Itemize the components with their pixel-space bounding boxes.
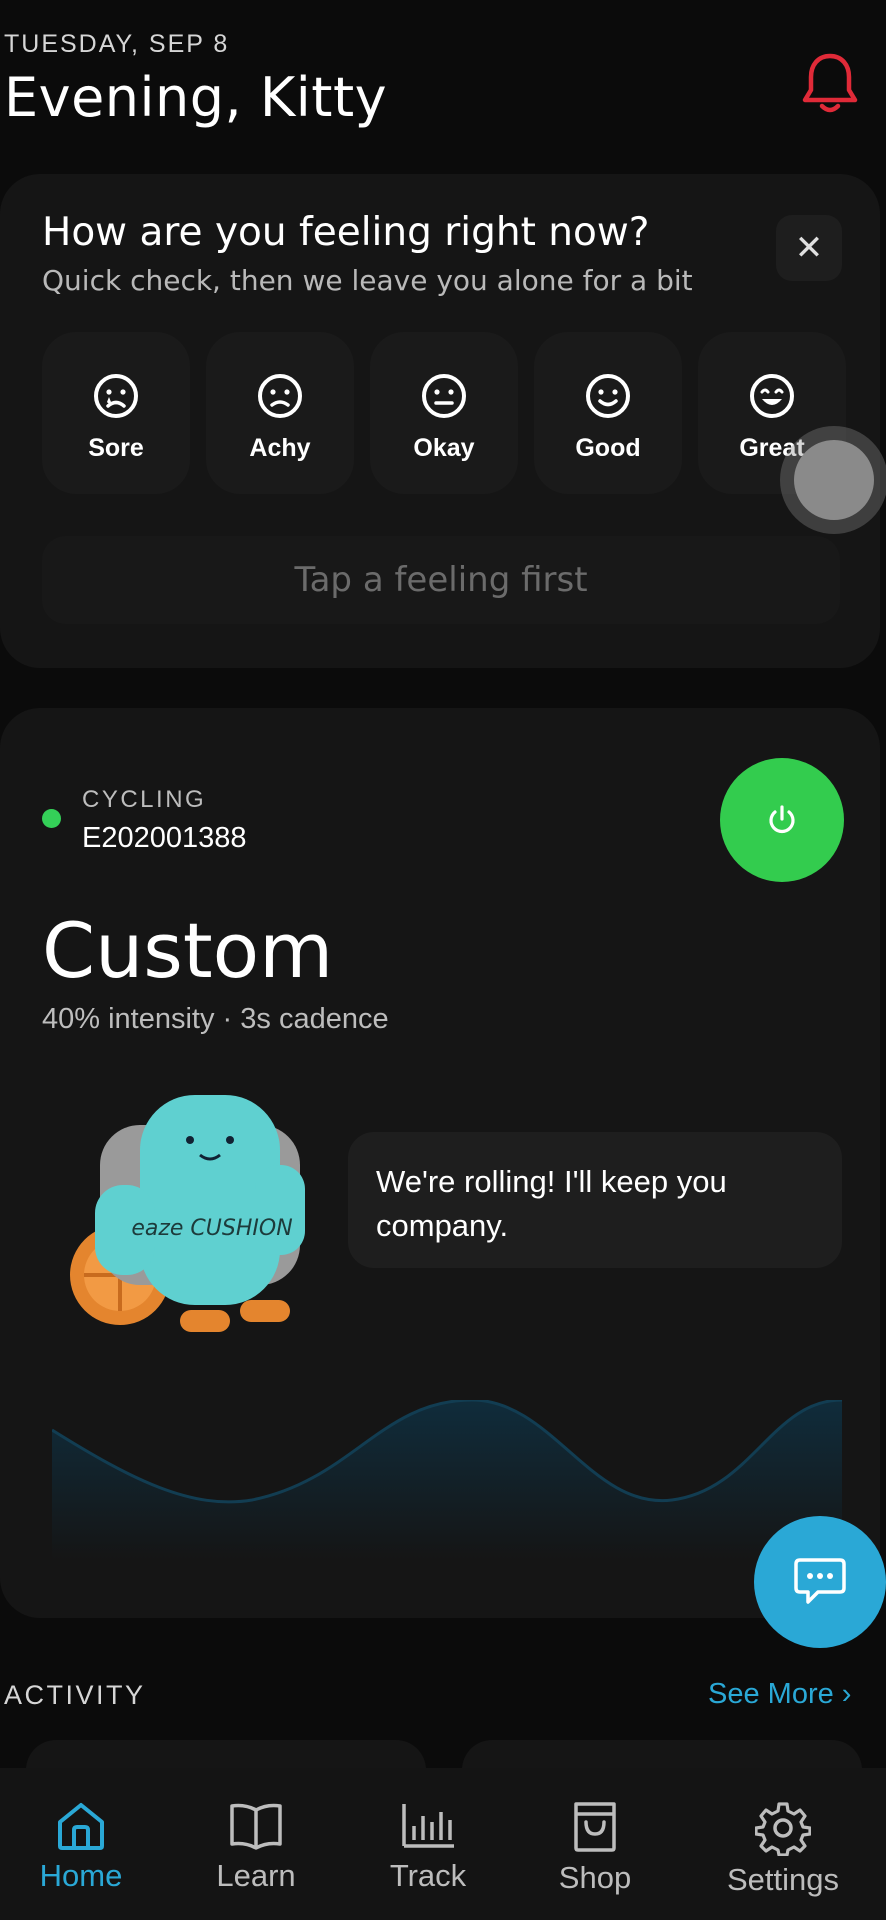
achy-face-icon (258, 374, 302, 418)
mascot-image: eaze CUSHION (70, 1095, 305, 1332)
status-indicator (42, 809, 61, 828)
mood-label: Okay (413, 434, 475, 462)
nav-item-shop[interactable]: Shop (520, 1800, 670, 1896)
nav-item-track[interactable]: Track (353, 1800, 503, 1894)
book-icon (230, 1803, 282, 1850)
mood-label: Achy (249, 434, 311, 462)
power-button[interactable] (720, 758, 844, 882)
mood-option-sore[interactable]: Sore (42, 332, 190, 494)
home-icon (58, 1803, 104, 1850)
gear-icon (755, 1802, 811, 1856)
shopping-bag-icon (574, 1802, 616, 1852)
power-icon (769, 805, 795, 834)
program-name: Custom (42, 906, 334, 995)
program-details: 40% intensity · 3s cadence (42, 1003, 389, 1035)
touch-indicator (794, 440, 874, 520)
close-icon: ✕ (794, 229, 824, 267)
sore-face-icon (94, 374, 138, 418)
mode-label: CYCLING (82, 786, 207, 813)
see-more-link[interactable]: See More › (708, 1678, 851, 1711)
chat-icon (794, 1558, 846, 1604)
mood-label: Good (575, 434, 641, 462)
close-button[interactable]: ✕ (776, 215, 842, 281)
nav-label: Settings (726, 1862, 839, 1897)
mascot-logo-text: eaze CUSHION (131, 1216, 292, 1241)
feeling-subtitle: Quick check, then we leave you alone for… (42, 264, 693, 297)
good-face-icon (586, 374, 630, 418)
chat-button[interactable] (754, 1516, 886, 1648)
nav-item-learn[interactable]: Learn (181, 1800, 331, 1894)
mood-option-achy[interactable]: Achy (206, 332, 354, 494)
mood-option-good[interactable]: Good (534, 332, 682, 494)
mascot-message: We're rolling! I'll keep you company. (376, 1164, 727, 1243)
device-id: E202001388 (82, 822, 247, 854)
mascot-speech-bubble: We're rolling! I'll keep you company. (348, 1132, 842, 1268)
bell-icon[interactable] (800, 50, 860, 116)
wave-graphic (52, 1400, 842, 1560)
great-face-icon (750, 374, 794, 418)
mood-label: Sore (88, 434, 144, 462)
okay-face-icon (422, 374, 466, 418)
nav-item-settings[interactable]: Settings (708, 1800, 858, 1898)
chart-icon (402, 1804, 454, 1848)
submit-feeling-button[interactable]: Tap a feeling first (42, 536, 840, 624)
nav-label: Shop (558, 1860, 632, 1895)
nav-label: Home (39, 1858, 123, 1893)
activity-title: ACTIVITY (4, 1680, 146, 1710)
mood-option-okay[interactable]: Okay (370, 332, 518, 494)
date-label: TUESDAY, SEP 8 (4, 30, 230, 58)
nav-item-home[interactable]: Home (6, 1800, 156, 1894)
nav-label: Learn (216, 1858, 296, 1893)
nav-label: Track (389, 1858, 467, 1893)
feeling-question: How are you feeling right now? (42, 210, 650, 255)
greeting-title: Evening, Kitty (4, 66, 388, 129)
